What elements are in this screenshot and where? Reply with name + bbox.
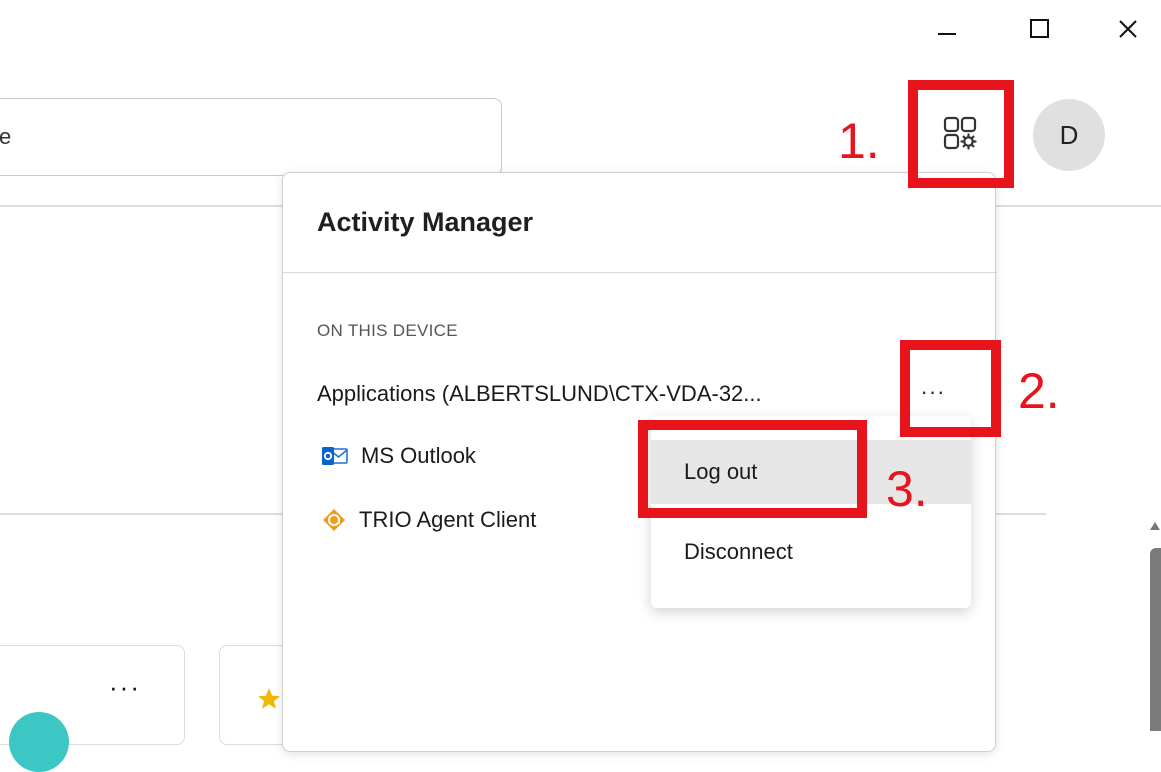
annotation-step-2: 2.: [1018, 363, 1060, 419]
trio-agent-icon: [323, 509, 345, 531]
annotation-box-2: [900, 340, 1001, 437]
app-item-trio-agent-client[interactable]: TRIO Agent Client: [321, 503, 536, 537]
app-logo: [9, 712, 69, 772]
close-button[interactable]: [1110, 14, 1146, 44]
app-card[interactable]: ···: [0, 645, 185, 772]
minimize-icon: [938, 33, 956, 35]
panel-title: Activity Manager: [317, 207, 534, 237]
avatar[interactable]: D: [1033, 99, 1105, 171]
annotation-box-3: [638, 420, 867, 518]
annotation-step-3: 3.: [886, 461, 928, 517]
favorite-star-icon[interactable]: [256, 686, 282, 712]
annotation-box-1: [908, 80, 1014, 188]
menu-item-disconnect[interactable]: Disconnect: [651, 520, 971, 584]
outlook-icon: [322, 447, 348, 465]
app-item-ms-outlook[interactable]: MS Outlook: [321, 439, 476, 473]
content-divider-right: [996, 513, 1046, 515]
app-name: MS Outlook: [361, 443, 476, 468]
annotation-step-1: 1.: [838, 113, 880, 169]
content-divider-left: [0, 513, 282, 515]
maximize-button[interactable]: [1022, 14, 1058, 44]
scrollbar-thumb[interactable]: [1150, 548, 1161, 731]
search-box: [0, 98, 502, 176]
app-name: TRIO Agent Client: [359, 507, 537, 532]
scroll-up-icon[interactable]: [1150, 520, 1160, 532]
maximize-icon: [1030, 19, 1049, 38]
close-icon: [1119, 20, 1137, 38]
session-label[interactable]: Applications (ALBERTSLUND\CTX-VDA-32...: [317, 381, 762, 407]
search-input[interactable]: [0, 99, 479, 175]
card-more-button[interactable]: ···: [109, 672, 141, 703]
section-label: ON THIS DEVICE: [317, 321, 458, 340]
panel-divider: [283, 272, 997, 273]
minimize-button[interactable]: [929, 14, 965, 44]
